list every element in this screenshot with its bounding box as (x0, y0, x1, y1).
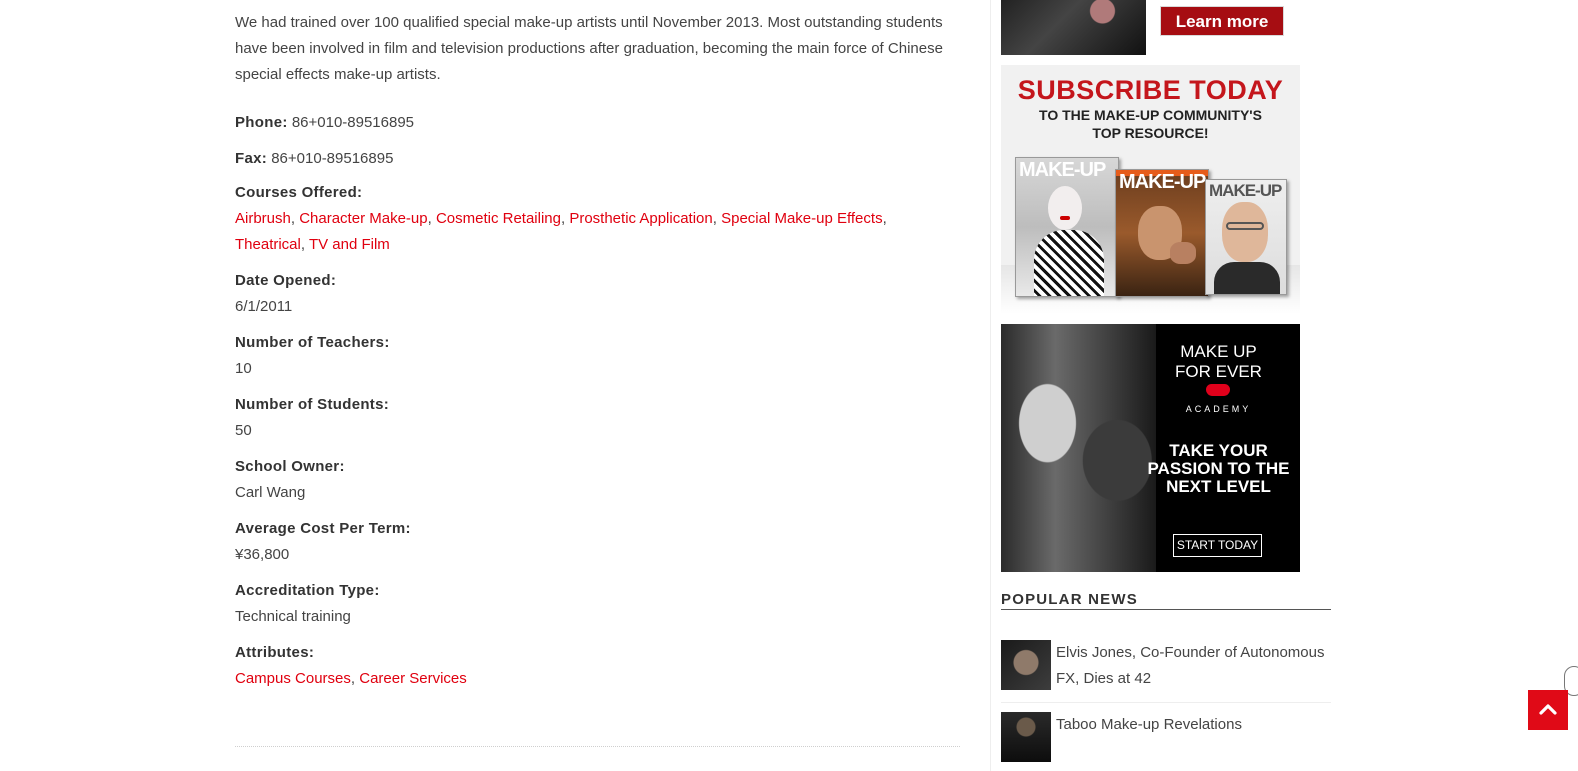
popular-news-heading: POPULAR NEWS (1001, 591, 1331, 610)
ad-photo (1001, 324, 1156, 572)
news-item[interactable]: Elvis Jones, Co-Founder of Autonomous FX… (1001, 640, 1331, 703)
phone-value: 86+010-89516895 (291, 114, 415, 131)
cost-field: Average Cost Per Term: ¥36,800 (235, 516, 960, 568)
subscribe-subline: TO THE MAKE-UP COMMUNITY'S TOP RESOURCE! (1001, 106, 1300, 142)
fax-row: Fax: 86+010-89516895 (235, 146, 960, 172)
cover-face (1048, 186, 1082, 230)
brand-line-2: FOR EVER (1175, 362, 1262, 381)
attributes-field: Attributes: Campus Courses, Career Servi… (235, 640, 960, 692)
courses-label: Courses Offered: (235, 184, 363, 201)
academy-brand: MAKE UP FOR EVER (1151, 342, 1286, 382)
owner-field: School Owner: Carl Wang (235, 454, 960, 506)
course-link-tv-and-film[interactable]: TV and Film (309, 236, 390, 253)
students-label: Number of Students: (235, 396, 390, 413)
separator: , (427, 210, 436, 227)
owner-label: School Owner: (235, 458, 345, 475)
date-opened-field: Date Opened: 6/1/2011 (235, 268, 960, 320)
separator: , (882, 210, 887, 227)
teachers-field: Number of Teachers: 10 (235, 330, 960, 382)
cover-lips (1060, 216, 1070, 220)
cover-glasses (1226, 222, 1264, 230)
phone-label: Phone: (235, 114, 288, 131)
courses-field: Courses Offered: Airbrush, Character Mak… (235, 180, 960, 258)
start-today-button[interactable]: START TODAY (1173, 534, 1262, 557)
accreditation-field: Accreditation Type: Technical training (235, 578, 960, 630)
lips-logo-icon (1206, 384, 1230, 396)
students-value: 50 (235, 422, 252, 439)
cost-label: Average Cost Per Term: (235, 520, 411, 537)
date-opened-value: 6/1/2011 (235, 298, 293, 315)
students-field: Number of Students: 50 (235, 392, 960, 444)
fax-label: Fax: (235, 150, 268, 167)
magazine-title: MAKE-UP (1209, 181, 1282, 200)
news-thumbnail[interactable] (1001, 640, 1051, 690)
ad-academy[interactable]: MAKE UP FOR EVER ACADEMY TAKE YOUR PASSI… (1001, 324, 1300, 572)
cost-value: ¥36,800 (235, 546, 290, 563)
sidebar-divider (990, 0, 991, 771)
magazine-title: MAKE-UP (1019, 159, 1106, 181)
accreditation-label: Accreditation Type: (235, 582, 380, 599)
separator: , (290, 210, 300, 227)
teachers-value: 10 (235, 360, 252, 377)
ad-subscribe[interactable]: SUBSCRIBE TODAY TO THE MAKE-UP COMMUNITY… (1001, 65, 1300, 314)
attributes-list: Campus Courses, Career Services (235, 666, 960, 692)
separator: , (300, 236, 309, 253)
magazine-title: MAKE-UP (1119, 171, 1206, 193)
school-description: We had trained over 100 qualified specia… (235, 14, 943, 83)
subscribe-subline-2: TOP RESOURCE! (1092, 125, 1209, 141)
courses-list: Airbrush, Character Make-up, Cosmetic Re… (235, 206, 960, 258)
fax-value: 86+010-89516895 (271, 150, 394, 167)
chevron-up-icon (1539, 704, 1557, 715)
tagline-line-3: NEXT LEVEL (1166, 477, 1271, 496)
owner-value: Carl Wang (235, 484, 306, 501)
subscribe-headline: SUBSCRIBE TODAY (1017, 75, 1284, 105)
attributes-label: Attributes: (235, 644, 315, 661)
separator: , (350, 670, 360, 687)
academy-label: ACADEMY (1185, 404, 1252, 414)
course-link-prosthetic-application[interactable]: Prosthetic Application (569, 210, 712, 227)
news-title-link[interactable]: Taboo Make-up Revelations (1056, 712, 1331, 738)
tagline-line-2: PASSION TO THE (1147, 459, 1290, 478)
academy-tagline: TAKE YOUR PASSION TO THE NEXT LEVEL (1141, 442, 1296, 496)
subscribe-subline-1: TO THE MAKE-UP COMMUNITY'S (1039, 107, 1262, 123)
cover-dress (1034, 230, 1104, 296)
magazine-cover: MAKE-UP (1015, 157, 1119, 297)
magazine-cover: MAKE-UP (1115, 169, 1209, 297)
course-link-special-make-up-effects[interactable]: Special Make-up Effects (721, 210, 882, 227)
magazine-cover: MAKE-UP (1205, 179, 1287, 295)
news-item[interactable]: Taboo Make-up Revelations (1001, 712, 1331, 771)
learn-more-button[interactable]: Learn more (1160, 6, 1284, 36)
course-link-theatrical[interactable]: Theatrical (235, 236, 301, 253)
cover-coat (1214, 262, 1280, 294)
ad-photo (1001, 0, 1146, 55)
school-details: We had trained over 100 qualified specia… (235, 10, 960, 692)
news-thumbnail[interactable] (1001, 712, 1051, 762)
brand-line-1: MAKE UP (1180, 342, 1257, 361)
ad-banner-top[interactable]: Learn more (1001, 0, 1299, 55)
attribute-link-campus-courses[interactable]: Campus Courses (235, 670, 351, 687)
date-opened-label: Date Opened: (235, 272, 337, 289)
tagline-line-1: TAKE YOUR (1169, 441, 1268, 460)
course-link-cosmetic-retailing[interactable]: Cosmetic Retailing (436, 210, 561, 227)
content-divider (235, 746, 960, 747)
accreditation-value: Technical training (235, 608, 351, 625)
news-title-link[interactable]: Elvis Jones, Co-Founder of Autonomous FX… (1056, 640, 1331, 692)
attribute-link-career-services[interactable]: Career Services (359, 670, 467, 687)
cover-face (1222, 202, 1268, 262)
course-link-character-make-up[interactable]: Character Make-up (299, 210, 427, 227)
cover-fist (1170, 242, 1196, 264)
phone-row: Phone: 86+010-89516895 (235, 110, 960, 136)
back-to-top-button[interactable] (1528, 690, 1568, 730)
course-link-airbrush[interactable]: Airbrush (235, 210, 291, 227)
teachers-label: Number of Teachers: (235, 334, 390, 351)
separator: , (712, 210, 722, 227)
